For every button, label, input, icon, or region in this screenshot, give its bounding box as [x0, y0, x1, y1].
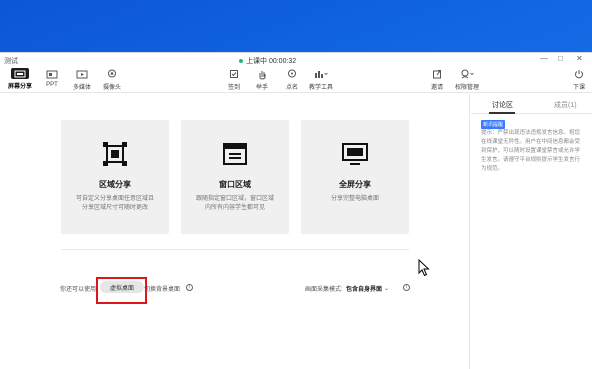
- invite-button[interactable]: 邀请: [423, 68, 451, 92]
- live-dot-icon: [239, 59, 243, 63]
- divider: [61, 249, 409, 250]
- close-icon[interactable]: ✕: [576, 54, 583, 63]
- ppt-icon: [44, 68, 60, 80]
- minimize-icon[interactable]: —: [540, 54, 548, 63]
- roll-call-button[interactable]: 点名: [278, 68, 306, 92]
- raise-hand-label: 举手: [255, 85, 268, 91]
- camera-icon: [104, 68, 120, 80]
- region-share-icon: [100, 139, 130, 169]
- tab-media-label: 多媒体: [72, 85, 91, 91]
- end-class-button[interactable]: 下课: [568, 68, 590, 92]
- checkin-icon: [226, 68, 242, 80]
- fullscreen-share-icon: [340, 139, 370, 169]
- live-status-text: 上课中 00:00:32: [246, 58, 297, 65]
- raise-hand-button[interactable]: 举手: [248, 68, 276, 92]
- live-status: 上课中 00:00:32: [239, 56, 296, 66]
- app-window: 测试 上课中 00:00:32 — □ ✕ 屏幕分享 PPT 多媒体 摄像头 签…: [0, 52, 592, 369]
- window-region-title: 窗口区域: [219, 180, 251, 189]
- tab-camera[interactable]: 摄像头: [98, 68, 126, 92]
- checkin-label: 签到: [227, 85, 240, 91]
- teaching-tools-button[interactable]: 教学工具: [306, 68, 336, 92]
- info-icon[interactable]: i: [186, 284, 193, 291]
- checkin-button[interactable]: 签到: [220, 68, 248, 92]
- window-title: 测试: [4, 58, 18, 65]
- region-share-desc: 可自定义分享桌面任意区域且分享区域尺寸可随时更改: [75, 196, 154, 211]
- notice-text: 提示：严禁出现违法违规发言信息。祝您在线课堂无异性。用户在中间信息都会受到保护，…: [481, 130, 581, 172]
- share-mode-panel: 区域分享 可自定义分享桌面任意区域且分享区域尺寸可随时更改 窗口区域 跟随指定窗…: [0, 94, 470, 369]
- region-share-title: 区域分享: [99, 180, 131, 189]
- window-region-desc: 跟随指定窗口区域，窗口区域内所有内容学生都可见: [195, 196, 274, 211]
- roll-call-label: 点名: [285, 85, 298, 91]
- teaching-tools-label: 教学工具: [308, 85, 333, 91]
- window-region-card[interactable]: 窗口区域 跟随指定窗口区域，窗口区域内所有内容学生都可见: [181, 120, 289, 234]
- tab-members[interactable]: 成员(1): [554, 100, 577, 110]
- media-play-icon: [74, 68, 90, 80]
- tab-screen-share[interactable]: 屏幕分享: [6, 68, 34, 92]
- highlight-box: [96, 277, 147, 304]
- maximize-icon[interactable]: □: [558, 54, 563, 63]
- tab-media[interactable]: 多媒体: [68, 68, 96, 92]
- permission-icon: [459, 68, 475, 80]
- tab-camera-label: 摄像头: [102, 85, 121, 91]
- tab-ppt-label: PPT: [46, 82, 58, 88]
- chevron-down-icon: ⌄: [384, 286, 390, 292]
- desktop-background: [0, 0, 592, 52]
- end-class-icon: [571, 68, 587, 80]
- permission-label: 权限管理: [454, 85, 479, 91]
- switch-bg-desktop-link[interactable]: 切换背景桌面: [144, 284, 180, 293]
- tab-discussion[interactable]: 讨论区: [492, 100, 513, 110]
- side-tabs: 讨论区 成员(1): [471, 94, 592, 114]
- capture-mode-value: 包含自身界面: [346, 287, 383, 293]
- top-toolbar: 屏幕分享 PPT 多媒体 摄像头 签到 举手 点名 教学工具 邀请 权限管理 下…: [0, 67, 592, 93]
- mouse-cursor-icon: [418, 258, 430, 279]
- end-class-label: 下课: [572, 85, 585, 91]
- region-share-card[interactable]: 区域分享 可自定义分享桌面任意区域且分享区域尺寸可随时更改: [61, 120, 169, 234]
- invite-icon: [429, 68, 445, 80]
- roll-call-icon: [284, 68, 300, 80]
- active-tab-indicator: [489, 112, 515, 114]
- permission-button[interactable]: 权限管理: [452, 68, 482, 92]
- tab-ppt[interactable]: PPT: [38, 68, 66, 92]
- side-panel: 讨论区 成员(1) 新讯提醒 提示：严禁出现违法违规发言信息。祝您在线课堂无异性…: [471, 94, 592, 369]
- capture-mode-select[interactable]: 包含自身界面 ⌄: [346, 284, 389, 293]
- fullscreen-share-title: 全屏分享: [339, 180, 371, 189]
- capture-mode-label: 画面采集模式:: [305, 287, 343, 293]
- notice-badge: 新讯提醒: [481, 120, 506, 129]
- screen-share-icon: [11, 68, 29, 79]
- teaching-tools-icon: [313, 68, 329, 80]
- alt-options-prefix: 你还可以使用: [60, 287, 97, 293]
- invite-label: 邀请: [430, 85, 443, 91]
- fullscreen-share-card[interactable]: 全屏分享 分享完整电脑桌面: [301, 120, 409, 234]
- window-region-icon: [220, 139, 250, 169]
- raise-hand-icon: [254, 68, 270, 80]
- fullscreen-share-desc: 分享完整电脑桌面: [330, 196, 379, 202]
- capture-mode-info-icon[interactable]: i: [403, 284, 410, 291]
- title-bar: 测试 上课中 00:00:32 — □ ✕: [0, 53, 592, 67]
- tab-screen-share-label: 屏幕分享: [7, 84, 32, 90]
